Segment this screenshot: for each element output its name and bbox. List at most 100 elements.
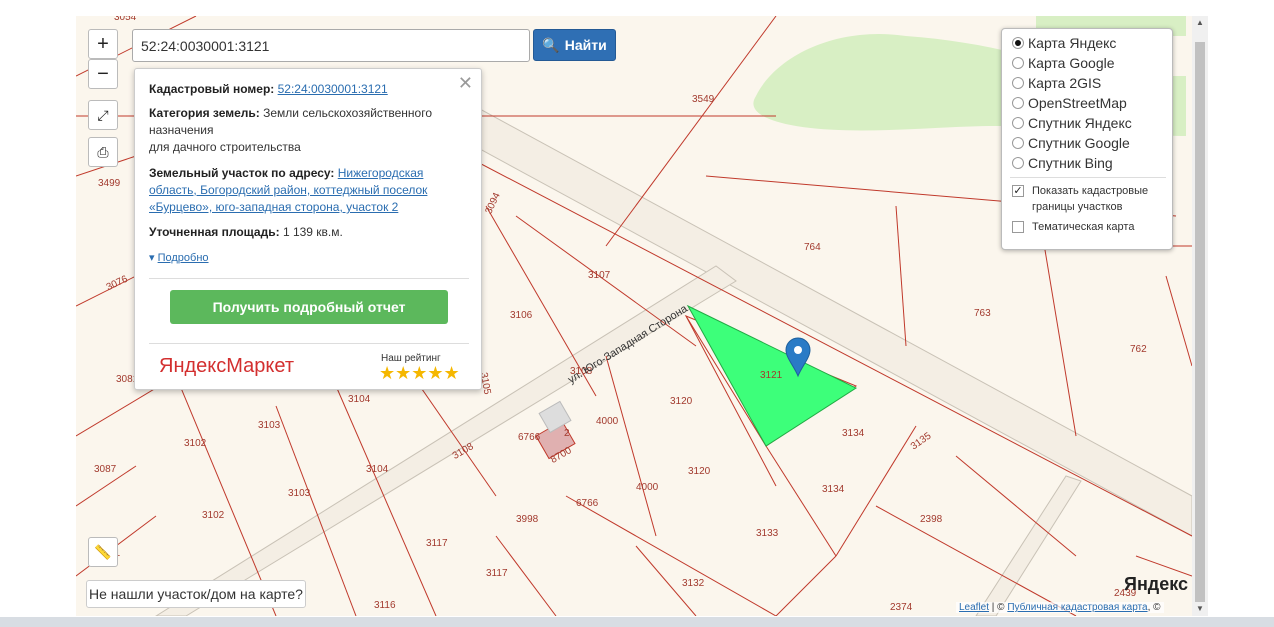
- parcel-label: 2: [564, 428, 570, 439]
- parcel-label: 3107: [588, 270, 611, 281]
- parcel-label: 3054: [114, 16, 137, 23]
- attribution-sep: | ©: [989, 602, 1008, 613]
- parcel-label: 3121: [760, 370, 783, 381]
- parcel-label: 3499: [98, 178, 121, 189]
- chevron-down-icon: ▾: [149, 252, 155, 264]
- layer-option-label: Спутник Google: [1028, 135, 1130, 151]
- parcel-label: 3102: [202, 510, 225, 521]
- rating-stars: ★★★★★: [379, 363, 460, 383]
- pkk-link[interactable]: Публичная кадастровая карта: [1007, 602, 1147, 613]
- parcel-label: 3116: [374, 600, 396, 611]
- category-label: Категория земель:: [149, 106, 260, 120]
- parcel-label: 3134: [822, 484, 845, 495]
- parcel-label: 2374: [890, 602, 913, 613]
- attribution: Leaflet | © Публичная кадастровая карта,…: [956, 602, 1164, 613]
- parcel-label: 3120: [670, 396, 693, 407]
- checkbox-icon[interactable]: ✓: [1012, 185, 1024, 197]
- layer-option[interactable]: Спутник Яндекс: [1012, 113, 1132, 133]
- checkbox-icon[interactable]: [1012, 221, 1024, 233]
- parcel-label: 3104: [348, 394, 371, 405]
- parcel-label: 763: [974, 308, 991, 319]
- area-value: 1 139 кв.м.: [282, 225, 343, 239]
- yandex-logo: Яндекс: [1124, 574, 1189, 594]
- checkbox-thematic[interactable]: Тематическая карта: [1012, 219, 1168, 235]
- cadastral-label: Кадастровый номер:: [149, 82, 275, 96]
- radio-icon[interactable]: [1012, 37, 1024, 49]
- layer-switcher: Карта Яндекс Карта Google Карта 2GIS OpenSt…: [1001, 28, 1173, 250]
- radio-icon[interactable]: [1012, 137, 1024, 149]
- checkbox-cadastral[interactable]: ✓ Показать кадастровые границы участков: [1012, 183, 1168, 215]
- search-icon: 🔍: [542, 36, 560, 53]
- layer-option-label: Карта Google: [1028, 55, 1115, 71]
- radio-icon[interactable]: [1012, 97, 1024, 109]
- layer-option-label: Спутник Bing: [1028, 155, 1113, 171]
- print-icon[interactable]: ⎙: [88, 137, 118, 167]
- parcel-label: 6766: [576, 498, 599, 509]
- scrollbar[interactable]: ▲ ▼: [1192, 16, 1208, 616]
- checkbox-label: Показать кадастровые границы участков: [1032, 185, 1149, 213]
- scroll-down-icon[interactable]: ▼: [1196, 604, 1204, 613]
- parcel-label: 3134: [842, 428, 865, 439]
- layer-option[interactable]: Спутник Bing: [1012, 153, 1113, 173]
- address-label: Земельный участок по адресу:: [149, 166, 335, 180]
- scroll-up-icon[interactable]: ▲: [1196, 18, 1204, 27]
- parcel-label: 3087: [94, 464, 117, 475]
- layer-option-label: Спутник Яндекс: [1028, 115, 1132, 131]
- area-label: Уточненная площадь:: [149, 225, 280, 239]
- divider: [149, 278, 469, 279]
- parcel-label: 3120: [688, 466, 711, 477]
- attribution-tail: , ©: [1147, 602, 1161, 613]
- layer-option-label: OpenStreetMap: [1028, 95, 1127, 111]
- layer-option-label: Карта 2GIS: [1028, 75, 1102, 91]
- parcel-label: 3133: [756, 528, 779, 539]
- parcel-label: 762: [1130, 344, 1147, 355]
- parcel-label: 4000: [596, 416, 619, 427]
- parcel-label: 3104: [366, 464, 389, 475]
- ruler-icon[interactable]: 📏: [88, 537, 118, 567]
- parcel-label: 3102: [184, 438, 207, 449]
- road: [975, 475, 1082, 616]
- radio-icon[interactable]: [1012, 57, 1024, 69]
- zoom-in-button[interactable]: +: [88, 29, 118, 59]
- yandex-market-logo[interactable]: ЯндексМаркет: [159, 355, 294, 378]
- parcel-label: 3549: [692, 94, 715, 105]
- divider: [1010, 177, 1166, 178]
- layer-option-label: Карта Яндекс: [1028, 35, 1117, 51]
- checkbox-label: Тематическая карта: [1032, 221, 1135, 233]
- ad-brand: ЯндексМаркет: [159, 355, 294, 377]
- divider: [149, 343, 469, 344]
- parcel-label: 3117: [426, 538, 448, 549]
- fullscreen-icon[interactable]: ⤢: [88, 100, 118, 130]
- taskbar: [0, 617, 1274, 627]
- radio-icon[interactable]: [1012, 77, 1024, 89]
- report-button[interactable]: Получить подробный отчет: [170, 290, 448, 324]
- cadastral-link[interactable]: 52:24:0030001:3121: [278, 82, 388, 96]
- search-button-label: Найти: [564, 37, 607, 53]
- category-value-2: для дачного строительства: [149, 140, 301, 154]
- parcel-label: 3998: [516, 514, 539, 525]
- parcel-label: 2398: [920, 514, 943, 525]
- layer-option[interactable]: Карта Яндекс: [1012, 33, 1116, 53]
- radio-icon[interactable]: [1012, 157, 1024, 169]
- parcel-label: 3103: [258, 420, 281, 431]
- zoom-out-button[interactable]: −: [88, 59, 118, 89]
- radio-icon[interactable]: [1012, 117, 1024, 129]
- parcel-label: 6766: [518, 432, 541, 443]
- parcel-popup: ✕ Кадастровый номер: 52:24:0030001:3121 …: [134, 68, 482, 390]
- not-found-button[interactable]: Не нашли участок/дом на карте?: [86, 580, 306, 608]
- parcel-label: 3106: [510, 310, 533, 321]
- parcel-label: 3117: [486, 568, 508, 579]
- parcel-label: 3103: [288, 488, 311, 499]
- layer-option[interactable]: OpenStreetMap: [1012, 93, 1127, 113]
- layer-option[interactable]: Спутник Google: [1012, 133, 1130, 153]
- parcel-label: 4000: [636, 482, 659, 493]
- layer-option[interactable]: Карта Google: [1012, 53, 1115, 73]
- layer-option[interactable]: Карта 2GIS: [1012, 73, 1101, 93]
- details-link[interactable]: Подробно: [158, 252, 209, 264]
- building: [535, 400, 576, 460]
- scrollbar-thumb[interactable]: [1195, 42, 1205, 602]
- leaflet-link[interactable]: Leaflet: [959, 602, 989, 613]
- parcel-label: 764: [804, 242, 821, 253]
- search-button[interactable]: 🔍 Найти: [533, 29, 616, 61]
- search-input[interactable]: [132, 29, 530, 62]
